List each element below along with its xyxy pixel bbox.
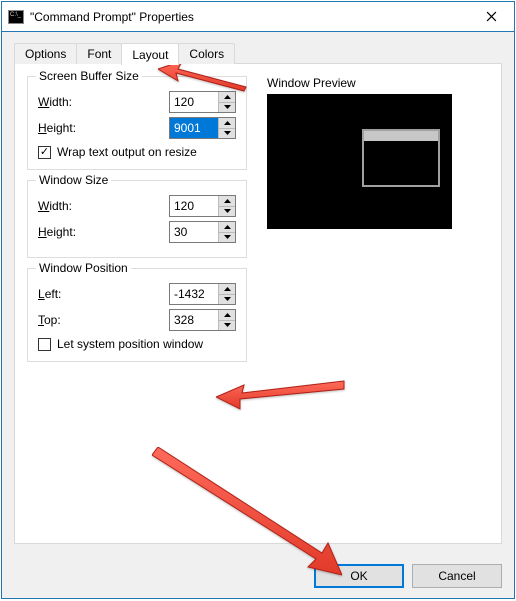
layout-right-column: Window Preview	[267, 76, 489, 531]
row-letsys: Let system position window	[38, 337, 236, 351]
group-window-position-legend: Window Position	[36, 261, 131, 275]
label-ws-height: Height:	[38, 225, 169, 239]
checkbox-wrap[interactable]	[38, 146, 51, 159]
label-wp-top: Top:	[38, 313, 169, 327]
group-screen-buffer-legend: Screen Buffer Size	[36, 69, 142, 83]
spin-sb-width	[169, 91, 236, 113]
spin-sb-height-down[interactable]	[219, 129, 235, 139]
spin-ws-height-up[interactable]	[219, 222, 235, 233]
input-sb-height[interactable]	[170, 118, 218, 138]
spin-sb-width-down[interactable]	[219, 103, 235, 113]
spin-wp-left-up[interactable]	[219, 284, 235, 295]
row-wrap: Wrap text output on resize	[38, 145, 236, 159]
spin-sb-width-btns	[218, 92, 235, 112]
input-ws-width[interactable]	[170, 196, 218, 216]
tab-strip: Options Font Layout Colors	[14, 42, 502, 64]
group-screen-buffer: Screen Buffer Size Width: Height:	[27, 76, 247, 170]
spin-ws-width-down[interactable]	[219, 207, 235, 217]
window-preview	[267, 94, 452, 229]
spin-wp-left-btns	[218, 284, 235, 304]
spin-sb-height	[169, 117, 236, 139]
tab-colors[interactable]: Colors	[178, 43, 235, 64]
spin-wp-top-up[interactable]	[219, 310, 235, 321]
spin-wp-top-down[interactable]	[219, 321, 235, 331]
cancel-button[interactable]: Cancel	[412, 564, 502, 588]
spin-wp-top-btns	[218, 310, 235, 330]
dialog-buttons: OK Cancel	[2, 554, 514, 598]
label-sb-height: Height:	[38, 121, 169, 135]
spin-sb-width-up[interactable]	[219, 92, 235, 103]
tab-page-layout: Screen Buffer Size Width: Height:	[14, 63, 502, 544]
tab-font[interactable]: Font	[76, 43, 122, 64]
spin-ws-width-btns	[218, 196, 235, 216]
checkbox-letsys[interactable]	[38, 338, 51, 351]
title-bar: "Command Prompt" Properties	[2, 2, 514, 32]
client-area: Options Font Layout Colors Screen Buffer…	[2, 32, 514, 554]
tab-options[interactable]: Options	[14, 43, 77, 64]
spin-wp-left	[169, 283, 236, 305]
input-ws-height[interactable]	[170, 222, 218, 242]
input-sb-width[interactable]	[170, 92, 218, 112]
row-wp-left: Left:	[38, 283, 236, 305]
spin-sb-height-up[interactable]	[219, 118, 235, 129]
ok-button[interactable]: OK	[314, 564, 404, 588]
spin-wp-left-down[interactable]	[219, 295, 235, 305]
label-wrap: Wrap text output on resize	[57, 145, 197, 159]
row-sb-width: Width:	[38, 91, 236, 113]
input-wp-top[interactable]	[170, 310, 218, 330]
properties-dialog: "Command Prompt" Properties Options Font…	[1, 1, 515, 599]
spin-sb-height-btns	[218, 118, 235, 138]
cmd-icon	[8, 10, 24, 24]
group-window-size-legend: Window Size	[36, 173, 111, 187]
spin-ws-height-btns	[218, 222, 235, 242]
window-title: "Command Prompt" Properties	[30, 10, 469, 24]
group-window-position: Window Position Left: Top:	[27, 268, 247, 362]
spin-wp-top	[169, 309, 236, 331]
layout-left-column: Screen Buffer Size Width: Height:	[27, 76, 247, 531]
group-window-size: Window Size Width: Height:	[27, 180, 247, 258]
label-sb-width: Width:	[38, 95, 169, 109]
preview-mini-window	[362, 129, 440, 187]
close-icon	[486, 11, 497, 22]
input-wp-left[interactable]	[170, 284, 218, 304]
label-ws-width: Width:	[38, 199, 169, 213]
label-letsys: Let system position window	[57, 337, 203, 351]
spin-ws-width-up[interactable]	[219, 196, 235, 207]
tab-layout[interactable]: Layout	[121, 43, 179, 65]
spin-ws-width	[169, 195, 236, 217]
row-ws-height: Height:	[38, 221, 236, 243]
row-sb-height: Height:	[38, 117, 236, 139]
preview-mini-titlebar	[364, 131, 438, 141]
row-ws-width: Width:	[38, 195, 236, 217]
spin-ws-height-down[interactable]	[219, 233, 235, 243]
spin-ws-height	[169, 221, 236, 243]
label-wp-left: Left:	[38, 287, 169, 301]
row-wp-top: Top:	[38, 309, 236, 331]
preview-label: Window Preview	[267, 76, 489, 90]
close-button[interactable]	[469, 2, 514, 31]
